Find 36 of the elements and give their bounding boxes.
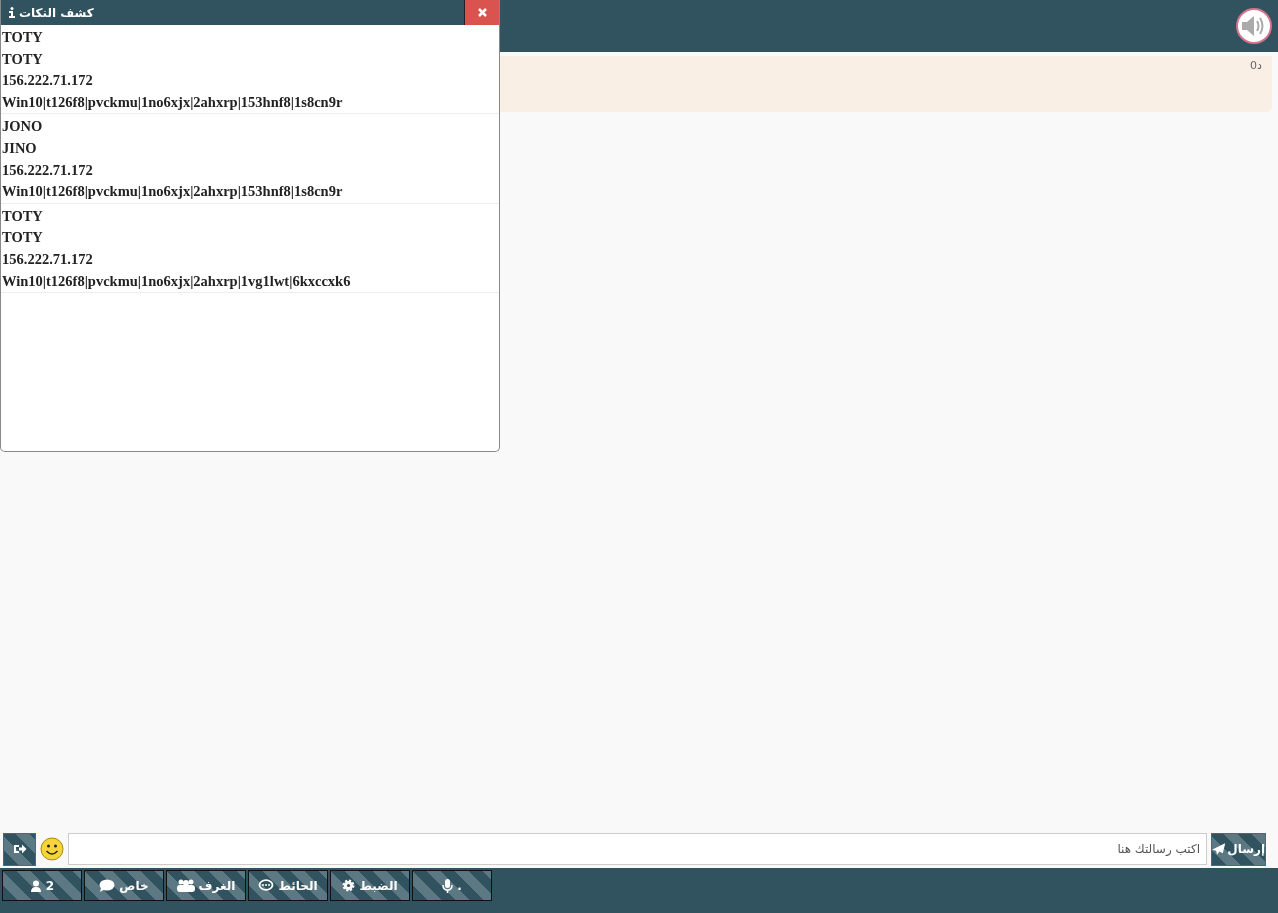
info-icon [9, 7, 15, 18]
popup-title: كشف النكات [19, 5, 94, 20]
entry-text: JINO [2, 138, 38, 158]
chat-bubble-icon [99, 879, 116, 892]
entry-text: 156.222.71.172 [2, 249, 94, 269]
private-button[interactable]: خاص [84, 870, 164, 901]
message-counter: 0د [1250, 59, 1262, 72]
settings-button[interactable]: الضبط [330, 870, 410, 901]
exit-button[interactable] [3, 832, 36, 866]
close-button[interactable] [464, 0, 499, 25]
paper-plane-icon [1212, 842, 1226, 856]
exit-icon [12, 843, 27, 855]
sound-button[interactable] [1236, 8, 1272, 44]
microphone-icon [442, 878, 454, 893]
entry-text: TOTY [2, 228, 44, 248]
close-icon [477, 8, 487, 17]
user-icon [29, 879, 42, 892]
entry-text: 156.222.71.172 [2, 71, 94, 91]
entry-text: 156.222.71.172 [2, 160, 94, 180]
mic-button[interactable]: . [412, 870, 492, 901]
entry-text: Win10|t126f8|pvckmu|1no6xjx|2ahxrp|153hnf8|1s8cn9r [2, 92, 344, 112]
rooms-button[interactable]: الغرف [166, 870, 246, 901]
smiley-icon[interactable] [40, 837, 64, 861]
entry-text: TOTY [2, 28, 44, 47]
comment-icon [258, 879, 275, 892]
group-icon [176, 879, 195, 892]
users-button[interactable]: 2 [2, 870, 82, 901]
entry-text: JONO [2, 117, 44, 137]
gear-icon [342, 879, 356, 892]
entry-text: Win10|t126f8|pvckmu|1no6xjx|2ahxrp|1vg1lwt|6kxccxk6 [2, 271, 352, 291]
entry-text: TOTY [2, 49, 44, 69]
wall-button[interactable]: الحائط [248, 870, 328, 901]
send-button[interactable]: إرسال [1211, 832, 1266, 866]
entry-text: Win10|t126f8|pvckmu|1no6xjx|2ahxrp|153hnf8|1s8cn9r [2, 182, 344, 202]
entry-text: TOTY [2, 206, 44, 226]
message-input[interactable]: اكتب رسالتك هنا [68, 833, 1207, 865]
